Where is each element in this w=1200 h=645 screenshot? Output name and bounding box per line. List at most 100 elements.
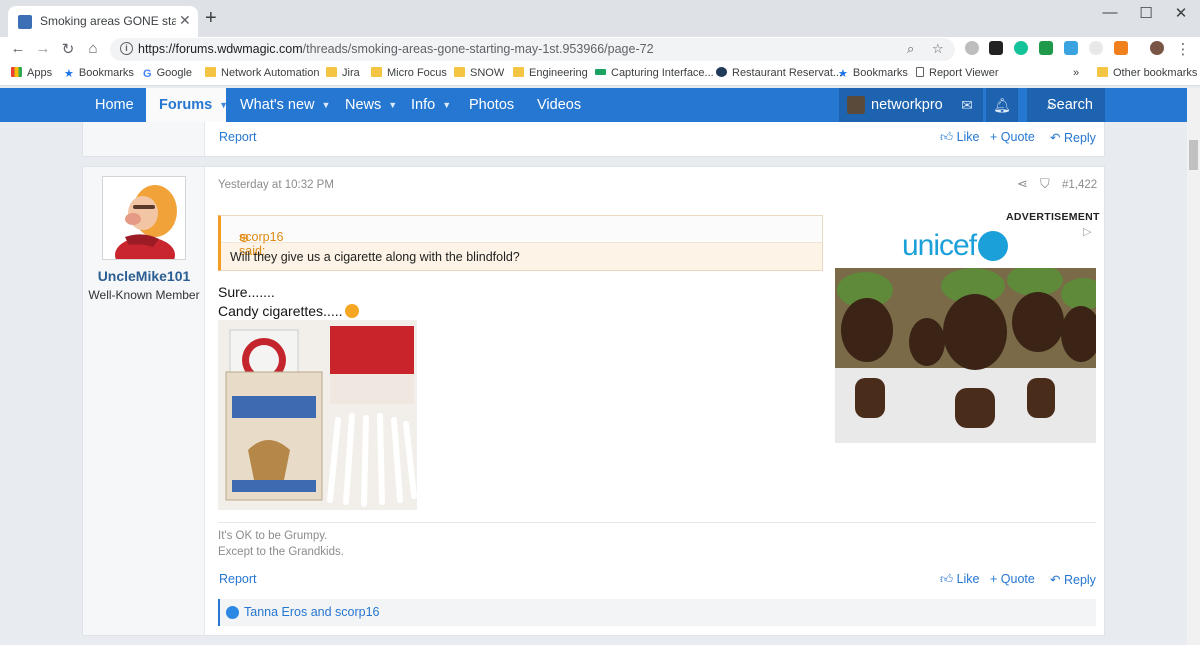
signature: It's OK to be Grumpy. Except to the Gran… [218,522,1096,560]
menu-kebab-icon[interactable]: ⋮ [1174,40,1192,58]
nav-news[interactable]: News ▼ [345,88,397,122]
page-icon [595,69,606,75]
like-button[interactable]: 👍︎ Like [940,130,980,145]
close-window-icon[interactable]: ✕ [1166,4,1196,22]
chevron-down-icon[interactable]: ▼ [388,100,397,110]
address-bar[interactable]: i https://forums.wdwmagic.com/threads/sm… [110,38,955,61]
bookmark-google[interactable]: G Google [143,67,192,80]
bookmark-micro-focus[interactable]: Micro Focus [371,67,447,79]
nav-home[interactable]: Home [95,88,134,122]
bookmark-snow[interactable]: SNOW [454,67,504,79]
quote-header[interactable]: scorp16 said: ⊕ [221,216,822,258]
extension-icon[interactable] [1039,41,1053,55]
search-button[interactable]: ⌕ Search [1027,88,1105,122]
extension-icon[interactable] [1064,41,1078,55]
adchoices-icon[interactable]: ▷ [1083,225,1091,238]
tongue-emoji-icon [344,304,359,318]
reply-button[interactable]: ↶ Reply [1050,130,1096,145]
folder-icon [454,67,465,77]
globe-icon [978,231,1009,261]
zoom-icon[interactable]: ⌕ [907,41,914,57]
reactions-bar[interactable]: Tanna Eros and scorp16 [218,599,1096,626]
quote-button[interactable]: + Quote [990,130,1035,144]
grammarly-icon[interactable] [1014,41,1028,55]
post-date[interactable]: Yesterday at 10:32 PM [218,179,334,191]
page-scrollbar[interactable] [1187,88,1200,645]
post-number[interactable]: #1,422 [1062,179,1097,191]
share-icon[interactable]: ⋖ [1017,176,1028,192]
nav-username: networkpro [871,97,943,113]
star-icon: ★ [838,68,848,80]
user-title: Well-Known Member [88,288,200,302]
folder-icon [513,67,524,77]
quote-button[interactable]: + Quote [990,572,1035,586]
bookmark-restaurant[interactable]: Restaurant Reservat... [716,67,842,79]
quote-text: Will they give us a cigarette along with… [230,250,520,264]
report-link[interactable]: Report [219,572,257,586]
nav-whats-new[interactable]: What's new ▼ [240,88,330,122]
like-button[interactable]: 👍︎ Like [940,572,980,587]
folder-icon [1097,67,1108,77]
minimize-icon[interactable]: — [1095,4,1125,21]
bookmarks-bar: Apps ★ Bookmarks G Google Network Automati… [0,62,1200,86]
bookmark-other[interactable]: Other bookmarks [1097,67,1197,79]
signature-line: It's OK to be Grumpy. [218,530,328,542]
bell-icon[interactable]: 🔔︎ [986,88,1018,122]
tab-title: Smoking areas GONE starting ma [40,14,176,28]
profile-avatar[interactable] [1150,41,1164,55]
google-icon: G [143,68,152,80]
nav-forums[interactable]: Forums ▼ [146,88,228,122]
bookmark-apps[interactable]: Apps [11,67,52,79]
chevron-down-icon[interactable]: ▼ [219,100,228,110]
site-info-icon[interactable]: i [120,42,133,55]
avatar[interactable] [102,176,186,260]
post-author[interactable]: UncleMike101 [83,268,205,284]
candy-cigarettes-image[interactable] [218,320,417,510]
scrollbar-thumb[interactable] [1189,140,1198,170]
folder-icon [205,67,216,77]
new-tab-icon[interactable]: + [205,7,217,30]
signature-line: Except to the Grandkids. [218,546,344,558]
nav-photos[interactable]: Photos [469,88,514,122]
home-icon[interactable]: ⌂ [84,40,102,57]
bookmarks-overflow-icon[interactable]: » [1073,67,1079,79]
reply-icon: ↶ [1050,573,1061,587]
extension-icon[interactable] [965,41,979,55]
ad-image[interactable] [835,268,1096,443]
browser-tab[interactable]: Smoking areas GONE starting ma ✕ [8,6,198,37]
back-icon[interactable]: ← [9,40,27,57]
extension-icon[interactable] [1114,41,1128,55]
reload-icon[interactable]: ↻ [59,40,77,58]
close-tab-icon[interactable]: ✕ [179,12,191,29]
bookmark-icon[interactable]: ⛉ [1040,176,1050,192]
bookmark-report-viewer[interactable]: Report Viewer [916,67,999,79]
bookmark-network-automation[interactable]: Network Automation [205,67,319,79]
bookmark-engineering[interactable]: Engineering [513,67,588,79]
arrow-up-circle-icon[interactable]: ⊕ [239,230,249,245]
bookmark-capturing-interface[interactable]: Capturing Interface... [595,67,714,79]
forum-post: UncleMike101 Well-Known Member Yesterday… [82,166,1105,636]
bookmark-jira[interactable]: Jira [326,67,360,79]
reply-button[interactable]: ↶ Reply [1050,572,1096,587]
bookmark-bookmarks[interactable]: ★ Bookmarks [64,67,134,80]
star-icon: ★ [64,68,74,80]
bookmark-star-icon[interactable]: ☆ [932,41,944,57]
apps-grid-icon [11,67,22,77]
maximize-icon[interactable]: ☐ [1131,4,1161,22]
reactions-list[interactable]: Tanna Eros and scorp16 [244,605,380,619]
extension-icon[interactable] [1089,41,1103,55]
nav-videos[interactable]: Videos [537,88,581,122]
report-link[interactable]: Report [219,130,257,144]
folder-icon [371,67,382,77]
forward-icon[interactable]: → [34,40,52,57]
chevron-down-icon[interactable]: ▼ [442,100,451,110]
nav-info[interactable]: Info ▼ [411,88,451,122]
bookmark-bookmarks-2[interactable]: ★ Bookmarks [838,67,908,80]
user-menu[interactable]: networkpro [839,88,951,122]
extension-icon[interactable] [989,41,1003,55]
inbox-icon[interactable]: ✉ [951,88,983,122]
ad-brand-logo[interactable]: unicef [902,229,1009,263]
advertisement-label: ADVERTISEMENT [1006,211,1100,223]
chevron-down-icon[interactable]: ▼ [322,100,331,110]
post-user-column [83,122,205,156]
